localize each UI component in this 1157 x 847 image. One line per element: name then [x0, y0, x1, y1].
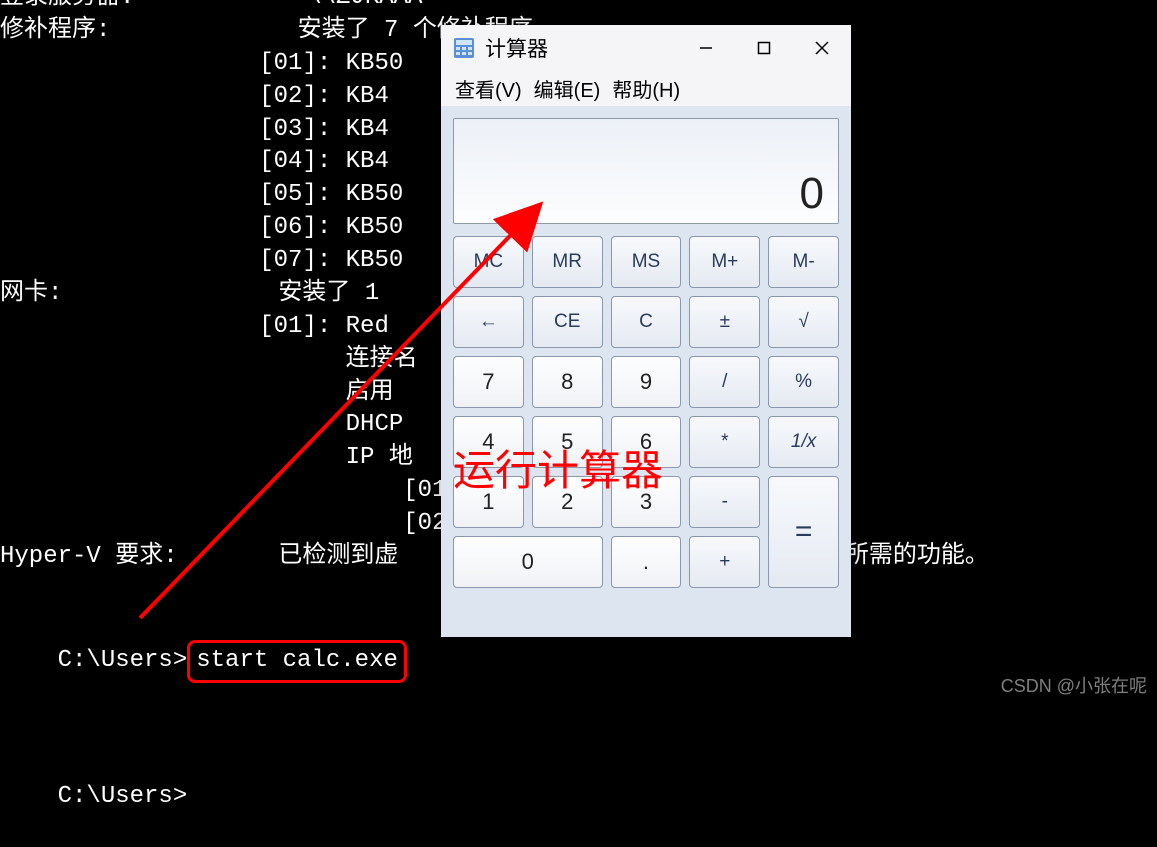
add-button[interactable]: + [689, 536, 760, 588]
num1-button[interactable]: 1 [453, 476, 524, 528]
titlebar[interactable]: 计算器 [441, 25, 851, 70]
num3-button[interactable]: 3 [611, 476, 682, 528]
window-title: 计算器 [485, 33, 548, 63]
mminus-button[interactable]: M- [768, 236, 839, 288]
multiply-button[interactable]: * [689, 416, 760, 468]
watermark: CSDN @小张在呢 [1001, 672, 1147, 698]
equals-button[interactable]: = [768, 476, 839, 588]
calculator-body: 0 MC MR MS M+ M- ← CE C ± √ 7 8 9 / % 4 … [441, 106, 851, 637]
subtract-button[interactable]: - [689, 476, 760, 528]
menu-view[interactable]: 查看(V) [455, 74, 522, 103]
minimize-button[interactable] [677, 25, 735, 70]
num7-button[interactable]: 7 [453, 356, 524, 408]
display: 0 [453, 118, 839, 224]
c-button[interactable]: C [611, 296, 682, 348]
menubar: 查看(V) 编辑(E) 帮助(H) [441, 70, 851, 106]
mc-button[interactable]: MC [453, 236, 524, 288]
button-grid: MC MR MS M+ M- ← CE C ± √ 7 8 9 / % 4 5 … [453, 236, 839, 588]
decimal-button[interactable]: . [611, 536, 682, 588]
menu-edit[interactable]: 编辑(E) [534, 74, 601, 103]
menu-help[interactable]: 帮助(H) [612, 74, 680, 103]
backspace-button[interactable]: ← [453, 296, 524, 348]
divide-button[interactable]: / [689, 356, 760, 408]
prompt: C:\Users> [58, 647, 188, 674]
num6-button[interactable]: 6 [611, 416, 682, 468]
mplus-button[interactable]: M+ [689, 236, 760, 288]
ce-button[interactable]: CE [532, 296, 603, 348]
num9-button[interactable]: 9 [611, 356, 682, 408]
mr-button[interactable]: MR [532, 236, 603, 288]
reciprocal-button[interactable]: 1/x [768, 416, 839, 468]
ms-button[interactable]: MS [611, 236, 682, 288]
calculator-icon [453, 37, 475, 59]
close-button[interactable] [793, 25, 851, 70]
num5-button[interactable]: 5 [532, 416, 603, 468]
terminal-line: 登录服务器: \\ZJKAAA [0, 0, 1157, 15]
prompt2: C:\Users> [58, 783, 188, 810]
percent-button[interactable]: % [768, 356, 839, 408]
plusminus-button[interactable]: ± [689, 296, 760, 348]
command-highlight: start calc.exe [187, 640, 407, 683]
num8-button[interactable]: 8 [532, 356, 603, 408]
maximize-button[interactable] [735, 25, 793, 70]
sqrt-button[interactable]: √ [768, 296, 839, 348]
num2-button[interactable]: 2 [532, 476, 603, 528]
calculator-window: 计算器 查看(V) 编辑(E) 帮助(H) 0 MC MR MS M+ M- ←… [441, 25, 851, 637]
num4-button[interactable]: 4 [453, 416, 524, 468]
num0-button[interactable]: 0 [453, 536, 603, 588]
